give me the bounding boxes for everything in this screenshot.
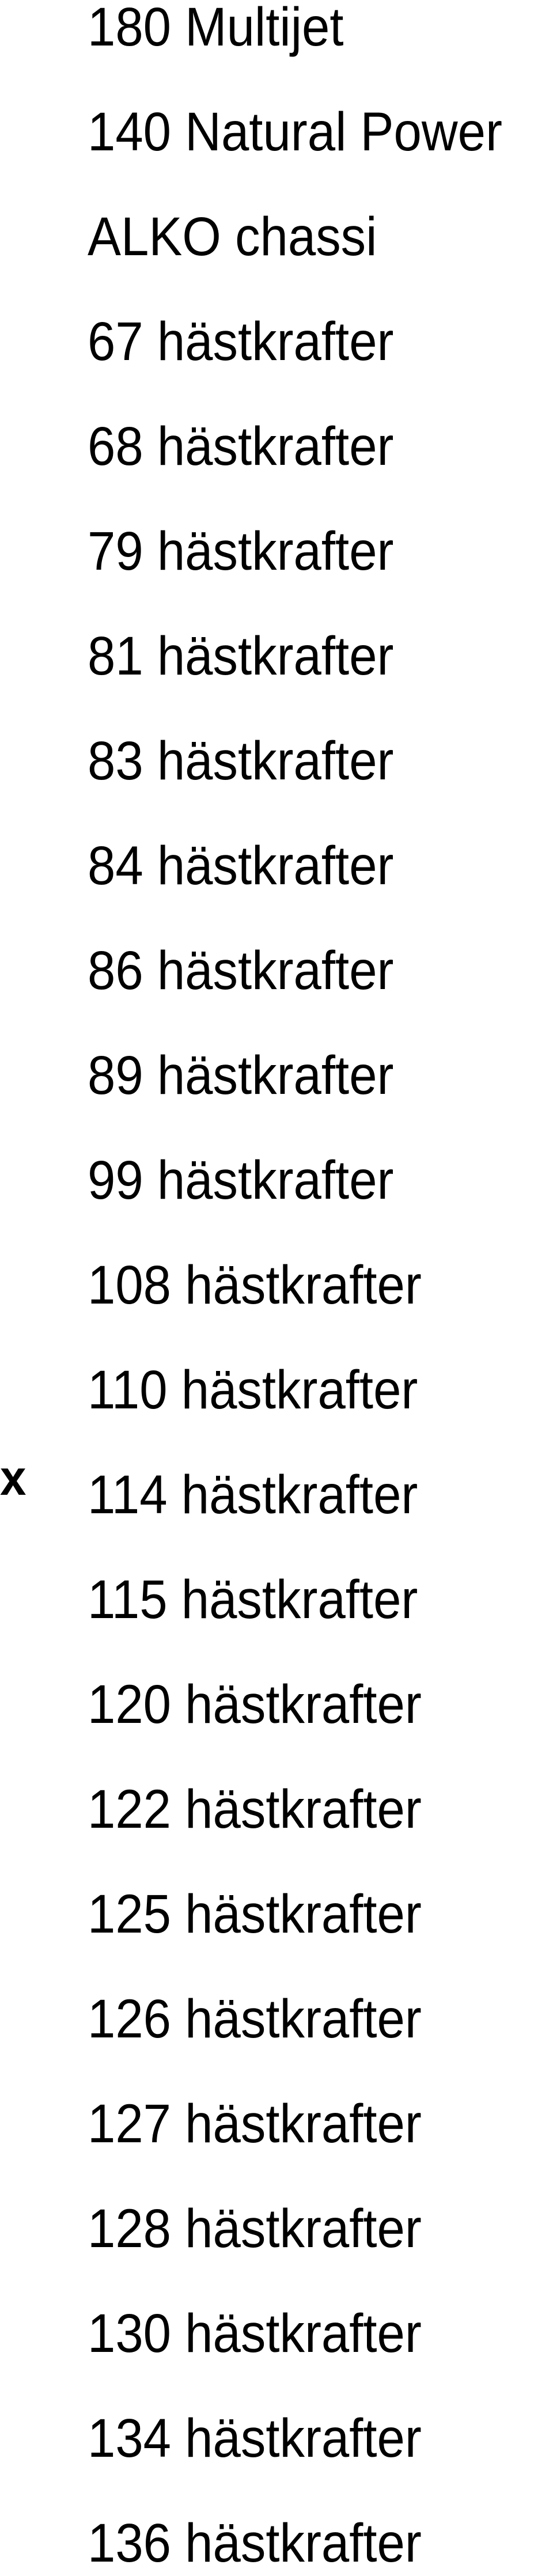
list-item: ALKO chassi: [0, 148, 553, 264]
list-item: 122 hästkrafter: [0, 1721, 553, 1837]
list-item: 110 hästkrafter: [0, 1301, 553, 1418]
list-item: 128 hästkrafter: [0, 2140, 553, 2256]
list-item: 127 hästkrafter: [0, 2035, 553, 2151]
list-item: 84 hästkrafter: [0, 777, 553, 893]
selection-marker: x: [0, 1450, 26, 1506]
list-item: 68 hästkrafter: [0, 358, 553, 474]
list-item: 83 hästkrafter: [0, 672, 553, 789]
list-item: 126 hästkrafter: [0, 1930, 553, 2047]
list-item: 79 hästkrafter: [0, 463, 553, 579]
list-item: x 114 hästkrafter: [0, 1406, 553, 1522]
list-item: 67 hästkrafter: [0, 253, 553, 369]
list-item: 125 hästkrafter: [0, 1825, 553, 1942]
list-item: 108 hästkrafter: [0, 1196, 553, 1313]
option-list: 180 Multijet 140 Natural Power ALKO chassi…: [0, 0, 553, 2576]
list-item: 86 hästkrafter: [0, 882, 553, 998]
list-item: 136 hästkrafter: [0, 2454, 553, 2571]
list-item: 115 hästkrafter: [0, 1511, 553, 1627]
list-item: 130 hästkrafter: [0, 2245, 553, 2361]
list-item: 134 hästkrafter: [0, 2350, 553, 2466]
list-item: 140 Natural Power: [0, 43, 553, 160]
list-item-label: 136 hästkrafter: [88, 2513, 422, 2574]
list-item: 180 Multijet: [0, 0, 553, 55]
list-item: 89 hästkrafter: [0, 987, 553, 1103]
list-item: 99 hästkrafter: [0, 1092, 553, 1208]
list-item: 120 hästkrafter: [0, 1616, 553, 1732]
list-item: 81 hästkrafter: [0, 567, 553, 684]
